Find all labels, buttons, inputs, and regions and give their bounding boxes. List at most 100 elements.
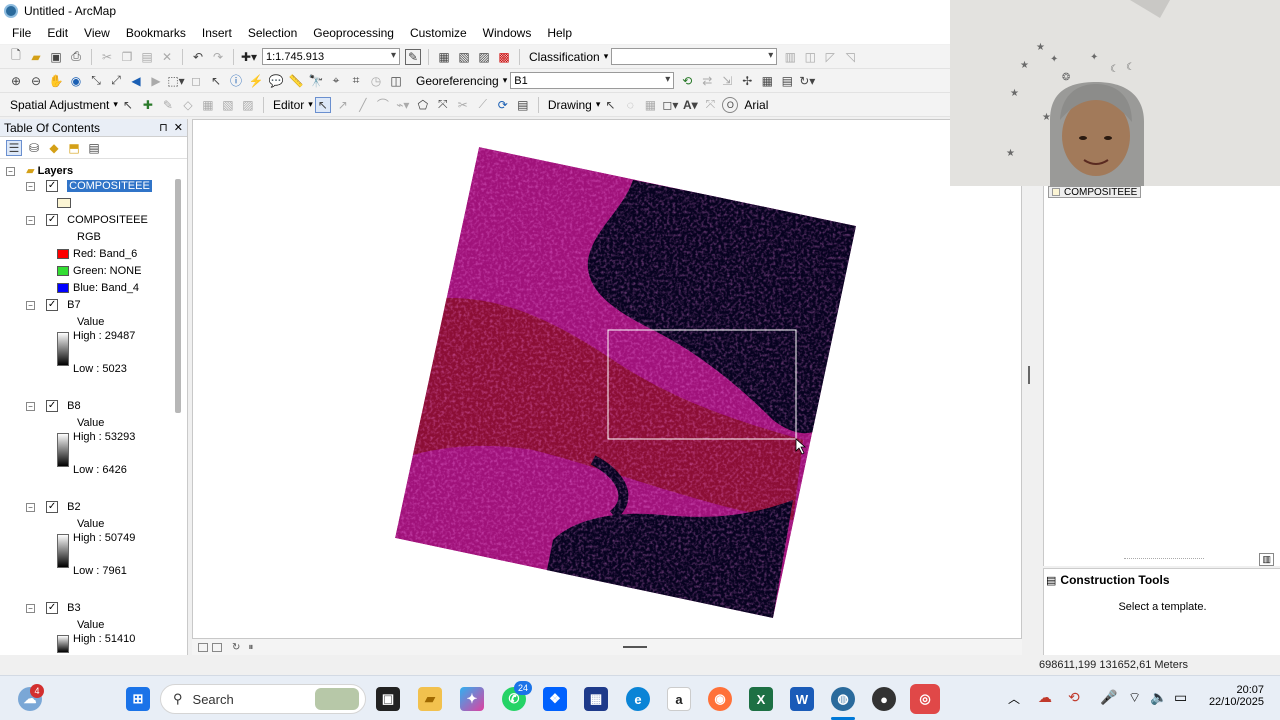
volume-icon[interactable]: 🔈 bbox=[1150, 689, 1167, 706]
collapse-icon[interactable]: − bbox=[26, 300, 35, 310]
georeferencing-label[interactable]: Georeferencing bbox=[416, 74, 499, 88]
back-extent-icon[interactable]: ◀ bbox=[128, 73, 144, 89]
delete-icon[interactable]: ✕ bbox=[159, 49, 175, 65]
select-features-icon[interactable]: ⬚▾ bbox=[167, 73, 184, 89]
find-icon[interactable]: 🔭 bbox=[308, 73, 324, 89]
map-canvas[interactable] bbox=[193, 120, 1022, 639]
font-combo[interactable]: Arial bbox=[744, 98, 768, 112]
store-icon[interactable]: ▦ bbox=[584, 687, 608, 711]
list-by-visibility-icon[interactable]: ◆ bbox=[46, 140, 62, 156]
panel-splitter-handle[interactable] bbox=[1028, 366, 1030, 384]
copy-icon[interactable]: ❐ bbox=[119, 49, 135, 65]
firefox-icon[interactable]: ◉ bbox=[708, 687, 732, 711]
panel-splitter[interactable] bbox=[1124, 558, 1204, 560]
wifi-icon[interactable]: ⌔ bbox=[1128, 689, 1141, 707]
toc-layer-compositeee-1[interactable]: − ✓ COMPOSITEEE bbox=[26, 180, 152, 193]
edit-vertices-icon[interactable]: ⬠ bbox=[415, 97, 431, 113]
menu-bookmarks[interactable]: Bookmarks bbox=[126, 26, 186, 40]
file-explorer-icon[interactable]: ▰ bbox=[418, 687, 442, 711]
search-window-icon[interactable]: ▨ bbox=[476, 49, 492, 65]
rotate-feature-icon[interactable]: ⟳ bbox=[495, 97, 511, 113]
collapse-icon[interactable]: − bbox=[26, 181, 35, 191]
attributes-icon[interactable]: ▤ bbox=[515, 97, 531, 113]
classify-icon[interactable]: ◫ bbox=[802, 49, 818, 65]
drawing-menu-label[interactable]: Drawing bbox=[548, 98, 592, 112]
scale-icon[interactable]: ⇲ bbox=[719, 73, 735, 89]
amazon-icon[interactable]: a bbox=[667, 687, 691, 711]
redo-icon[interactable]: ↷ bbox=[210, 49, 226, 65]
menu-insert[interactable]: Insert bbox=[202, 26, 232, 40]
microphone-icon[interactable]: 🎤 bbox=[1100, 689, 1117, 706]
pin-icon[interactable]: ⊓ bbox=[159, 122, 168, 134]
grayscale-ramp[interactable] bbox=[57, 635, 69, 653]
list-by-selection-icon[interactable]: ⬒ bbox=[66, 140, 82, 156]
pause-drawing-icon[interactable]: ⏸ bbox=[248, 642, 253, 653]
layer-name[interactable]: B7 bbox=[67, 299, 80, 311]
layer-visibility-checkbox[interactable]: ✓ bbox=[46, 400, 59, 413]
template-layer-chip[interactable]: COMPOSITEEE bbox=[1048, 186, 1142, 198]
list-by-source-icon[interactable]: ⛁ bbox=[26, 140, 42, 156]
create-viewer-icon[interactable]: ◫ bbox=[388, 73, 404, 89]
save-icon[interactable]: ▣ bbox=[48, 49, 64, 65]
select-elements-icon[interactable]: ↖ bbox=[208, 73, 224, 89]
dropbox-icon[interactable]: ❖ bbox=[543, 687, 567, 711]
layer-name[interactable]: COMPOSITEEE bbox=[67, 180, 152, 192]
cut-icon[interactable]: ✂ bbox=[99, 49, 115, 65]
editor-toolbar-icon[interactable]: ✎ bbox=[405, 48, 421, 65]
layer-name[interactable]: B2 bbox=[67, 501, 80, 513]
refresh-view-icon[interactable]: ↻ bbox=[232, 642, 240, 653]
undo-icon[interactable]: ↶ bbox=[190, 49, 206, 65]
clock[interactable]: 20:07 22/10/2025 bbox=[1200, 684, 1264, 708]
collapse-icon[interactable]: − bbox=[6, 166, 15, 176]
new-displacement-link-icon[interactable]: ✚ bbox=[140, 97, 156, 113]
add-control-points-icon[interactable]: ✢ bbox=[739, 73, 755, 89]
zoom-out-icon[interactable]: ⊖ bbox=[28, 73, 44, 89]
font-icon[interactable]: O bbox=[722, 96, 739, 113]
table-icon[interactable]: ▦ bbox=[436, 49, 452, 65]
layer-visibility-checkbox[interactable]: ✓ bbox=[46, 299, 59, 312]
word-icon[interactable]: W bbox=[790, 687, 814, 711]
list-by-drawing-order-icon[interactable]: ☰ bbox=[6, 139, 22, 156]
text-icon[interactable]: A▾ bbox=[682, 97, 698, 113]
time-slider-icon[interactable]: ◷ bbox=[368, 73, 384, 89]
catalog-icon[interactable]: ▧ bbox=[456, 49, 472, 65]
raster-composite[interactable] bbox=[373, 140, 873, 630]
menu-selection[interactable]: Selection bbox=[248, 26, 297, 40]
find-route-icon[interactable]: ⌖ bbox=[328, 73, 344, 89]
go-to-xy-icon[interactable]: ⌗ bbox=[348, 73, 364, 89]
task-view-icon[interactable]: ▣ bbox=[376, 687, 400, 711]
zoom-whole-page-icon[interactable]: ▦ bbox=[642, 97, 658, 113]
hyperlink-icon[interactable]: ⚡ bbox=[248, 73, 264, 89]
new-document-icon[interactable]: 🗋 bbox=[8, 48, 24, 65]
layer-name[interactable]: B3 bbox=[67, 602, 80, 614]
classification-combo[interactable] bbox=[611, 48, 778, 65]
edit-annotation-icon[interactable]: ↗ bbox=[335, 97, 351, 113]
trace-icon[interactable]: ⌁▾ bbox=[395, 97, 411, 113]
start-button-icon[interactable]: ⊞ bbox=[126, 687, 150, 711]
menu-view[interactable]: View bbox=[84, 26, 110, 40]
print-icon[interactable]: ⎙ bbox=[68, 49, 84, 65]
obs-icon[interactable]: ◎ bbox=[910, 684, 940, 714]
show-hidden-icons-icon[interactable]: ︿ bbox=[1008, 690, 1020, 707]
spatial-adjustment-label[interactable]: Spatial Adjustment bbox=[10, 98, 109, 112]
layers-root[interactable]: − ▰ Layers bbox=[6, 164, 73, 177]
cut-polygons-icon[interactable]: ✂ bbox=[455, 97, 471, 113]
full-extent-icon[interactable]: ◉ bbox=[68, 73, 84, 89]
multi-link-icon[interactable]: ◇ bbox=[180, 97, 196, 113]
html-popup-icon[interactable]: 💬 bbox=[268, 73, 284, 89]
onedrive-icon[interactable]: ☁ bbox=[1038, 689, 1052, 706]
split-tool-icon[interactable]: ⟋ bbox=[475, 97, 491, 113]
menu-customize[interactable]: Customize bbox=[410, 26, 467, 40]
layer-visibility-checkbox[interactable]: ✓ bbox=[46, 501, 59, 514]
toc-window-controls[interactable]: ⊓ ✕ bbox=[159, 121, 183, 134]
classification-label[interactable]: Classification bbox=[529, 50, 600, 64]
panel-options-icon[interactable]: ▥ bbox=[1259, 553, 1274, 566]
map-view[interactable] bbox=[192, 119, 1022, 639]
close-icon[interactable]: ✕ bbox=[174, 122, 183, 134]
training-manager-icon[interactable]: ◹ bbox=[842, 49, 858, 65]
select-pointer-icon[interactable]: ↖ bbox=[120, 97, 136, 113]
rotate-icon[interactable]: ⟲ bbox=[679, 73, 695, 89]
toc-layer-b2[interactable]: − ✓ B2 bbox=[26, 501, 81, 514]
battery-icon[interactable]: ▭ bbox=[1174, 689, 1187, 706]
edit-vertices-draw-icon[interactable]: ⤧ bbox=[702, 97, 718, 113]
